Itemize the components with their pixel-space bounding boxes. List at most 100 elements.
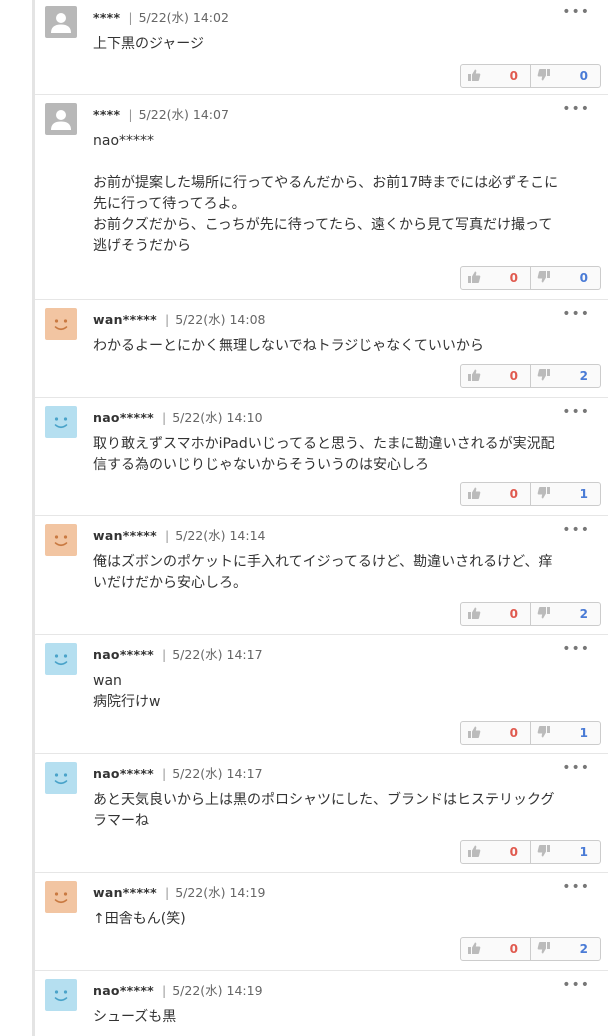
vote-box: 0 1 [460, 482, 601, 506]
username[interactable]: **** [93, 10, 120, 25]
comment-item: wan***** | 5/22(水) 14:08 ••• わかるよーとにかく無理しな… [35, 300, 608, 398]
more-icon[interactable]: ••• [562, 306, 590, 322]
timestamp: 5/22(水) 14:08 [175, 312, 266, 327]
thumbs-down-icon [537, 68, 551, 85]
more-icon[interactable]: ••• [562, 977, 590, 993]
username[interactable]: nao***** [93, 983, 154, 998]
up-count: 0 [509, 69, 518, 83]
thumbs-down-icon [537, 725, 551, 742]
comment-text: 上下黒のジャージ [93, 36, 205, 52]
more-icon[interactable]: ••• [562, 101, 590, 117]
vote-box: 0 0 [460, 266, 601, 290]
thumbs-up-button[interactable]: 0 [461, 603, 531, 625]
up-count: 0 [509, 487, 518, 501]
timestamp: 5/22(水) 14:10 [172, 410, 263, 425]
comment-item: nao***** | 5/22(水) 14:19 ••• シューズも黒 [35, 971, 608, 1036]
comment-text: nao***** お前が提案した場所に行ってやるんだから、お前17時までには必ず… [93, 133, 559, 254]
thumbs-up-icon [467, 68, 481, 85]
comment-item: wan***** | 5/22(水) 14:19 ••• ↑田舎もん(笑) 0 2 [35, 873, 608, 971]
thumbs-down-button[interactable]: 0 [531, 267, 600, 289]
down-count: 1 [579, 487, 588, 501]
thumbs-down-button[interactable]: 2 [531, 365, 600, 387]
timestamp: 5/22(水) 14:19 [172, 983, 263, 998]
thumbs-down-icon [537, 606, 551, 623]
avatar [45, 524, 77, 556]
comment-text: wan 病院行けw [93, 673, 161, 710]
avatar [45, 308, 77, 340]
more-icon[interactable]: ••• [562, 404, 590, 420]
thumbs-up-button[interactable]: 0 [461, 365, 531, 387]
up-count: 0 [509, 271, 518, 285]
thumbs-up-icon [467, 486, 481, 503]
more-icon[interactable]: ••• [562, 641, 590, 657]
up-count: 0 [509, 845, 518, 859]
thumbs-down-icon [537, 368, 551, 385]
more-icon[interactable]: ••• [562, 4, 590, 20]
thumbs-up-icon [467, 725, 481, 742]
comment-meta: wan***** | 5/22(水) 14:08 [93, 309, 266, 328]
username[interactable]: wan***** [93, 528, 157, 543]
username[interactable]: wan***** [93, 885, 157, 900]
thumbs-up-button[interactable]: 0 [461, 483, 531, 505]
comment-meta: wan***** | 5/22(水) 14:14 [93, 525, 266, 544]
username[interactable]: nao***** [93, 766, 154, 781]
thumbs-down-button[interactable]: 2 [531, 938, 600, 960]
vote-box: 0 2 [460, 364, 601, 388]
meta-separator: | [162, 647, 167, 662]
vote-box: 0 0 [460, 64, 601, 88]
meta-separator: | [162, 410, 167, 425]
avatar [45, 762, 77, 794]
comment-meta: nao***** | 5/22(水) 14:19 [93, 980, 263, 999]
meta-separator: | [162, 983, 167, 998]
comment-text: 取り敢えずスマホかiPadいじってると思う、たまに勘違いされるが実況配 信する為… [93, 436, 555, 473]
vote-box: 0 1 [460, 721, 601, 745]
comment-meta: **** | 5/22(水) 14:02 [93, 7, 229, 26]
thumbs-down-button[interactable]: 1 [531, 483, 600, 505]
vote-box: 0 2 [460, 602, 601, 626]
comment-item: nao***** | 5/22(水) 14:17 ••• wan 病院行けw 0 1 [35, 635, 608, 754]
thumbs-up-button[interactable]: 0 [461, 722, 531, 744]
comment-text: 俺はズボンのポケットに手入れてイジってるけど、勘違いされるけど、痒 いだけだから… [93, 554, 553, 591]
up-count: 0 [509, 607, 518, 621]
comment-item: **** | 5/22(水) 14:02 ••• 上下黒のジャージ 0 0 [35, 0, 608, 95]
username[interactable]: nao***** [93, 410, 154, 425]
more-icon[interactable]: ••• [562, 879, 590, 895]
more-icon[interactable]: ••• [562, 760, 590, 776]
thumbs-down-icon [537, 270, 551, 287]
thumbs-up-icon [467, 368, 481, 385]
thumbs-up-button[interactable]: 0 [461, 267, 531, 289]
timestamp: 5/22(水) 14:17 [172, 647, 263, 662]
timestamp: 5/22(水) 14:02 [138, 10, 229, 25]
timestamp: 5/22(水) 14:14 [175, 528, 266, 543]
up-count: 0 [509, 726, 518, 740]
thumbs-down-button[interactable]: 2 [531, 603, 600, 625]
comment-meta: nao***** | 5/22(水) 14:17 [93, 644, 263, 663]
thumbs-up-button[interactable]: 0 [461, 938, 531, 960]
comment-text: ↑田舎もん(笑) [93, 911, 186, 927]
more-icon[interactable]: ••• [562, 522, 590, 538]
vote-box: 0 2 [460, 937, 601, 961]
vote-box: 0 1 [460, 840, 601, 864]
thumbs-up-button[interactable]: 0 [461, 841, 531, 863]
up-count: 0 [509, 942, 518, 956]
comment-meta: **** | 5/22(水) 14:07 [93, 104, 229, 123]
thumbs-up-button[interactable]: 0 [461, 65, 531, 87]
thumbs-down-button[interactable]: 0 [531, 65, 600, 87]
username[interactable]: wan***** [93, 312, 157, 327]
thumbs-down-button[interactable]: 1 [531, 841, 600, 863]
meta-separator: | [164, 885, 170, 900]
comment-text: シューズも黒 [93, 1009, 177, 1025]
meta-separator: | [164, 528, 170, 543]
username[interactable]: **** [93, 107, 120, 122]
thumbs-down-button[interactable]: 1 [531, 722, 600, 744]
username[interactable]: nao***** [93, 647, 154, 662]
thumbs-up-icon [467, 941, 481, 958]
avatar [45, 643, 77, 675]
avatar [45, 979, 77, 1011]
thumbs-up-icon [467, 270, 481, 287]
thumbs-up-icon [467, 844, 481, 861]
meta-separator: | [128, 107, 133, 122]
comment-item: nao***** | 5/22(水) 14:10 ••• 取り敢えずスマホかiPad… [35, 398, 608, 516]
thumbs-down-icon [537, 941, 551, 958]
down-count: 0 [579, 69, 588, 83]
